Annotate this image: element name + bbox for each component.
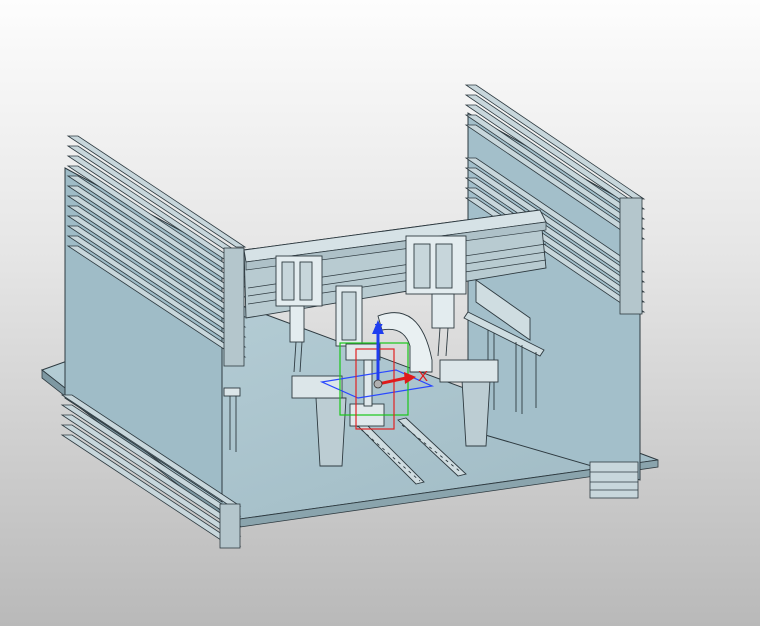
x-axis-label: X [418,368,428,385]
triad-origin [373,379,383,389]
cad-scene[interactable]: Z X [0,0,760,626]
center-carriage[interactable] [335,285,363,347]
cad-3d-viewport[interactable]: Z X [0,0,760,626]
z-axis-label: Z [374,321,383,338]
right-bottom-extrusion[interactable] [589,461,639,499]
